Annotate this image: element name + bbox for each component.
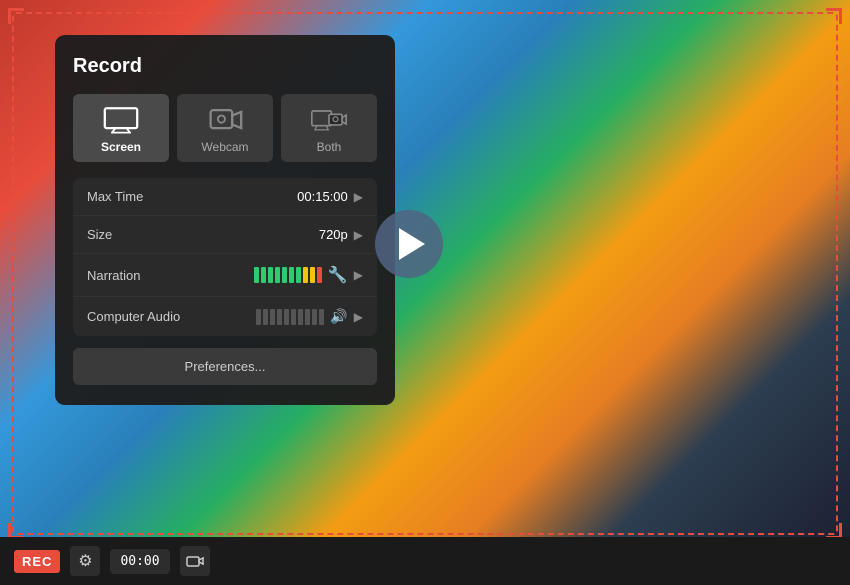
- both-icon: [311, 106, 347, 134]
- preferences-button[interactable]: Preferences...: [73, 348, 377, 385]
- narration-bar-6: [289, 267, 294, 283]
- narration-bar-10: [317, 267, 322, 283]
- size-value: 720p ▶: [319, 227, 363, 242]
- narration-label: Narration: [87, 268, 197, 283]
- screen-label: Screen: [101, 140, 141, 154]
- webcam-icon: [207, 106, 243, 134]
- speaker-icon: 🔊: [330, 308, 347, 325]
- narration-bars: [254, 267, 322, 283]
- play-button[interactable]: [375, 210, 443, 278]
- gear-icon: ⚙: [78, 551, 92, 571]
- size-label: Size: [87, 227, 197, 242]
- source-both-button[interactable]: Both: [281, 94, 377, 162]
- computer-audio-row: Computer Audio 🔊 ▶: [73, 297, 377, 336]
- play-triangle-icon: [399, 228, 425, 260]
- audio-bar-6: [291, 309, 296, 325]
- audio-bar-3: [270, 309, 275, 325]
- camera-icon: [186, 554, 204, 568]
- max-time-value: 00:15:00 ▶: [297, 189, 363, 204]
- narration-row: Narration 🔧 ▶: [73, 254, 377, 297]
- audio-bar-2: [263, 309, 268, 325]
- narration-bar-3: [268, 267, 273, 283]
- screen-icon: [103, 106, 139, 134]
- narration-bar-9: [310, 267, 315, 283]
- max-time-chevron: ▶: [354, 190, 363, 204]
- audio-chevron: ▶: [354, 310, 363, 324]
- narration-chevron: ▶: [354, 268, 363, 282]
- record-panel: Record Screen Webcam: [55, 35, 395, 405]
- narration-bar-7: [296, 267, 301, 283]
- audio-bar-4: [277, 309, 282, 325]
- settings-button[interactable]: ⚙: [70, 546, 100, 576]
- main-container: Record Screen Webcam: [0, 0, 850, 585]
- max-time-label: Max Time: [87, 189, 197, 204]
- both-label: Both: [317, 140, 342, 154]
- source-screen-button[interactable]: Screen: [73, 94, 169, 162]
- narration-bar-2: [261, 267, 266, 283]
- source-row: Screen Webcam: [73, 94, 377, 162]
- max-time-row: Max Time 00:15:00 ▶: [73, 178, 377, 216]
- audio-bar-1: [256, 309, 261, 325]
- time-display: 00:00: [110, 549, 169, 574]
- rec-badge: REC: [14, 550, 60, 573]
- narration-bar-8: [303, 267, 308, 283]
- settings-section: Max Time 00:15:00 ▶ Size 720p ▶ Narratio…: [73, 178, 377, 336]
- narration-bar-5: [282, 267, 287, 283]
- computer-audio-bars: [256, 309, 324, 325]
- computer-audio-value: 🔊 ▶: [256, 308, 363, 325]
- audio-bar-8: [305, 309, 310, 325]
- audio-bar-5: [284, 309, 289, 325]
- panel-title: Record: [73, 55, 377, 78]
- audio-bar-7: [298, 309, 303, 325]
- size-chevron: ▶: [354, 228, 363, 242]
- audio-bar-9: [312, 309, 317, 325]
- source-webcam-button[interactable]: Webcam: [177, 94, 273, 162]
- mic-icon: 🔧: [328, 265, 348, 285]
- audio-bar-10: [319, 309, 324, 325]
- narration-bar-4: [275, 267, 280, 283]
- size-row: Size 720p ▶: [73, 216, 377, 254]
- narration-bar-1: [254, 267, 259, 283]
- bottom-toolbar: REC ⚙ 00:00: [0, 537, 850, 585]
- webcam-label: Webcam: [201, 140, 248, 154]
- camera-button[interactable]: [180, 546, 210, 576]
- computer-audio-label: Computer Audio: [87, 309, 197, 324]
- narration-value: 🔧 ▶: [254, 265, 363, 285]
